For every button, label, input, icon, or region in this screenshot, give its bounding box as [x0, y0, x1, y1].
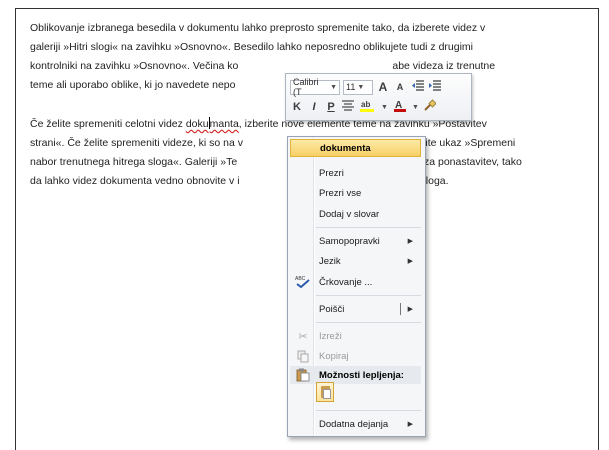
- menu-item-label: Možnosti lepljenja:: [319, 369, 404, 381]
- menu-item-label: Jezik: [319, 255, 341, 267]
- font-color-button[interactable]: A: [391, 99, 409, 116]
- submenu-arrow-icon: ▶: [407, 238, 413, 245]
- menu-item-language[interactable]: Jezik ▶: [290, 251, 421, 271]
- menu-item-label: Dodaj v slovar: [319, 208, 380, 220]
- menu-item-find[interactable]: Poišči ▶: [290, 299, 421, 319]
- menu-item-ignore[interactable]: Prezri: [290, 163, 421, 183]
- misspelled-word[interactable]: dokumanta: [185, 117, 239, 130]
- menu-item-ignore-all[interactable]: Prezri vse: [290, 183, 421, 203]
- p2-line-2a: strani«. Če želite spremeniti videze, ki…: [30, 137, 244, 149]
- menu-item-additional-actions[interactable]: Dodatna dejanja ▶: [290, 414, 421, 434]
- copy-icon: [295, 348, 311, 364]
- highlight-button[interactable]: ab: [358, 99, 378, 116]
- submenu-arrow-icon: ▶: [407, 306, 413, 313]
- p1-line-1: Oblikovanje izbranega besedila v dokumen…: [30, 22, 486, 34]
- svg-text:ABC: ABC: [295, 276, 306, 282]
- submenu-arrow-icon: ▶: [407, 258, 413, 265]
- p2-line-4a: da lahko videz dokumenta vedno obnovite …: [30, 175, 240, 187]
- p2-line-3a: nabor trenutnega hitrega sloga«. Galerij…: [30, 156, 238, 168]
- mini-toolbar-row-1: Calibri (T ▼ 11 ▼ A A: [290, 77, 441, 97]
- clipboard-sheet: [323, 389, 331, 399]
- chevron-down-icon: ▼: [357, 83, 365, 91]
- menu-item-label: Kopiraj: [319, 350, 349, 362]
- menu-item-add-to-dictionary[interactable]: Dodaj v slovar: [290, 204, 421, 224]
- p2-line-1a: Če želite spremeniti celotni videz: [30, 118, 186, 130]
- svg-text:ab: ab: [361, 100, 370, 109]
- shrink-font-button[interactable]: A: [393, 82, 407, 92]
- menu-separator: [316, 295, 421, 296]
- menu-item-cut[interactable]: ✂ Izreži: [290, 326, 421, 346]
- increase-indent-icon: [428, 79, 441, 91]
- font-size-value: 11: [346, 82, 356, 92]
- menu-item-spelling[interactable]: ABC Črkovanje ...: [290, 272, 421, 292]
- menu-item-copy[interactable]: Kopiraj: [290, 346, 421, 366]
- format-painter-icon: [424, 98, 437, 111]
- decrease-indent-icon: [411, 79, 424, 91]
- menu-separator: [316, 227, 421, 228]
- bold-button[interactable]: K: [290, 101, 304, 113]
- p1-line-3b: abe videza iz trenutne: [392, 60, 496, 72]
- center-align-icon: [342, 100, 354, 111]
- italic-button[interactable]: I: [307, 101, 321, 113]
- menu-item-label: Samopopravki: [319, 235, 380, 247]
- format-painter-button[interactable]: [422, 98, 437, 116]
- scissors-icon: ✂: [298, 330, 308, 343]
- misspelled-part-b: manta: [209, 118, 239, 130]
- paste-icon: [295, 367, 311, 383]
- menu-separator: [316, 410, 421, 411]
- spelling-suggestion[interactable]: dokumenta: [290, 139, 421, 157]
- center-align-button[interactable]: [341, 100, 355, 114]
- font-name-combo[interactable]: Calibri (T ▼: [290, 77, 340, 97]
- menu-item-label: Izreži: [319, 330, 342, 342]
- mini-toolbar: Calibri (T ▼ 11 ▼ A A K I P ab ▼ A ▼: [285, 73, 472, 121]
- misspelled-part-a: doku: [185, 118, 209, 130]
- mini-toolbar-row-2: K I P ab ▼ A ▼: [290, 98, 437, 116]
- paste-keep-formatting-button[interactable]: [316, 382, 334, 402]
- chevron-down-icon[interactable]: ▼: [412, 104, 419, 111]
- context-menu: dokumenta Prezri Prezri vse Dodaj v slov…: [287, 136, 426, 437]
- submenu-arrow-icon: ▶: [407, 421, 413, 428]
- menu-item-label: Prezri: [319, 167, 344, 179]
- font-size-combo[interactable]: 11 ▼: [343, 79, 373, 95]
- menu-item-label: Črkovanje ...: [319, 276, 373, 288]
- spelling-check-icon: ABC: [295, 274, 311, 290]
- decrease-indent-button[interactable]: [410, 79, 424, 95]
- p1-line-3a: kontrolniki na zavihku »Osnovno«. Večina…: [30, 60, 239, 72]
- split-divider: [400, 303, 401, 315]
- menu-item-autocorrect[interactable]: Samopopravki ▶: [290, 231, 421, 251]
- font-color-icon: A: [393, 100, 406, 112]
- chevron-down-icon[interactable]: ▼: [381, 104, 388, 111]
- chevron-down-icon: ▼: [330, 83, 337, 91]
- menu-item-label: Poišči: [319, 303, 345, 315]
- p1-line-2: galeriji »Hitri slogi« na zavihku »Osnov…: [30, 41, 474, 53]
- font-name-value: Calibri (T: [293, 77, 319, 97]
- underline-button[interactable]: P: [324, 101, 338, 113]
- grow-font-button[interactable]: A: [376, 80, 390, 94]
- paste-options-header: Možnosti lepljenja:: [290, 366, 421, 384]
- increase-indent-button[interactable]: [427, 79, 441, 95]
- menu-item-label: Dodatna dejanja: [319, 418, 389, 430]
- suggestion-label: dokumenta: [320, 142, 371, 154]
- menu-item-label: Prezri vse: [319, 187, 362, 199]
- menu-separator: [316, 322, 421, 323]
- highlighter-icon: ab: [360, 100, 374, 112]
